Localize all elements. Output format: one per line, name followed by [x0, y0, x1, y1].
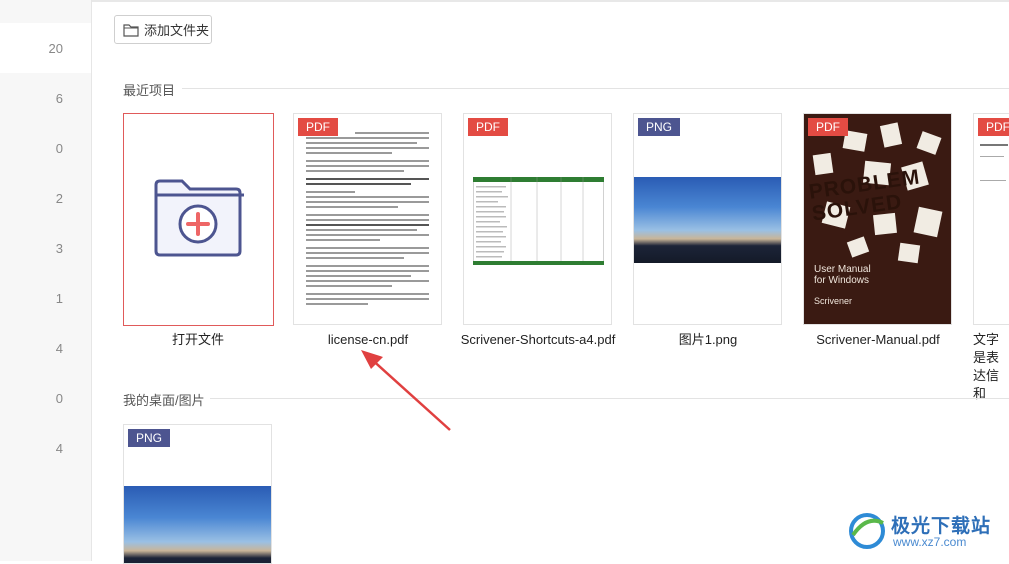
file-name[interactable]: 文字是表达信和: [973, 331, 1009, 403]
file-card[interactable]: PNG: [633, 113, 782, 325]
file-card[interactable]: PROBLEM SOLVED User Manual for Windows S…: [803, 113, 952, 325]
file-card[interactable]: PDF: [293, 113, 442, 325]
sidebar-count[interactable]: 4: [23, 441, 63, 456]
image-preview: [634, 177, 781, 263]
sidebar-count[interactable]: 1: [23, 291, 63, 306]
add-folder-button[interactable]: 添加文件夹: [114, 15, 212, 44]
top-divider: [91, 0, 1009, 2]
image-preview: [124, 486, 271, 563]
add-folder-label: 添加文件夹: [144, 23, 210, 38]
file-name[interactable]: Scrivener-Manual.pdf: [798, 331, 958, 349]
folder-icon: [123, 23, 139, 37]
watermark-url: www.xz7.com: [893, 535, 967, 549]
file-type-badge: PNG: [128, 429, 171, 447]
file-type-badge: PDF: [808, 118, 848, 136]
sidebar-count[interactable]: 6: [23, 91, 63, 106]
file-type-badge: PDF: [298, 118, 338, 136]
open-file-card[interactable]: [123, 113, 274, 326]
file-card[interactable]: PNG: [123, 424, 272, 564]
document-preview: [306, 132, 429, 308]
cover-brand: Scrivener: [814, 296, 853, 306]
sidebar-count[interactable]: 0: [23, 141, 63, 156]
sidebar: 20 6 0 2 3 1 4 0 4: [0, 0, 92, 561]
file-card[interactable]: PDF: [973, 113, 1009, 325]
section-divider: [182, 88, 1009, 89]
watermark-logo-icon: [849, 513, 885, 549]
sidebar-count[interactable]: 20: [23, 41, 63, 56]
open-file-label[interactable]: 打开文件: [118, 331, 278, 349]
folder-add-icon: [154, 179, 244, 257]
recent-section-title: 最近项目: [123, 83, 176, 98]
sidebar-count[interactable]: 0: [23, 391, 63, 406]
watermark: 极光下载站 www.xz7.com: [847, 507, 997, 555]
sidebar-count[interactable]: 2: [23, 191, 63, 206]
section-divider: [210, 398, 1009, 399]
file-name[interactable]: 图片1.png: [628, 331, 788, 349]
file-type-badge: PDF: [978, 118, 1009, 136]
table-preview: [473, 177, 604, 265]
file-type-badge: PNG: [638, 118, 681, 136]
desktop-section-title: 我的桌面/图片: [123, 393, 205, 408]
annotation-arrow: [361, 350, 451, 431]
file-card[interactable]: PDF: [463, 113, 612, 325]
cover-subtitle: User Manual for Windows: [814, 264, 871, 286]
watermark-brand: 极光下载站: [891, 516, 992, 537]
sidebar-count[interactable]: 4: [23, 341, 63, 356]
sidebar-count[interactable]: 3: [23, 241, 63, 256]
manual-cover-preview: PROBLEM SOLVED User Manual for Windows S…: [804, 114, 951, 324]
file-type-badge: PDF: [468, 118, 508, 136]
